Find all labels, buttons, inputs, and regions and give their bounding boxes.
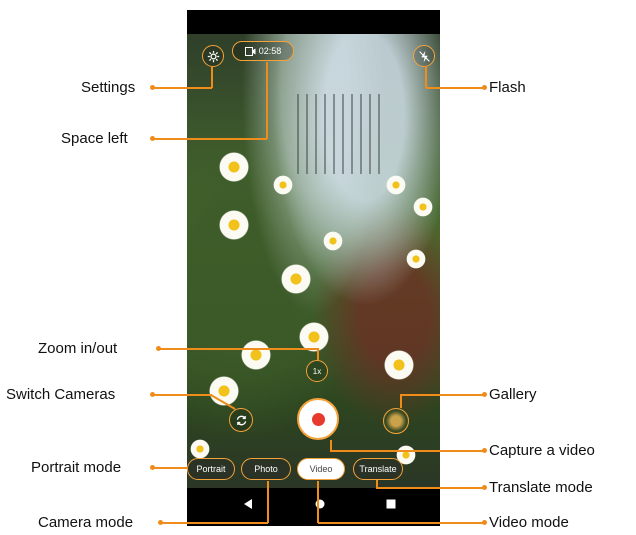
phone-screen: 02:58 1x Portrait Photo Video Translate bbox=[187, 10, 440, 526]
video-storage-icon bbox=[244, 46, 256, 56]
gallery-thumbnail[interactable] bbox=[383, 408, 409, 434]
daisy-flower bbox=[412, 196, 434, 218]
callout-line bbox=[400, 394, 484, 396]
label-gallery: Gallery bbox=[489, 386, 537, 403]
callout-line bbox=[266, 62, 268, 139]
callout-dot bbox=[482, 392, 487, 397]
label-capture-video: Capture a video bbox=[489, 442, 595, 459]
zoom-button[interactable]: 1x bbox=[306, 360, 328, 382]
callout-line bbox=[400, 394, 402, 408]
callout-line bbox=[425, 66, 427, 88]
zoom-level: 1x bbox=[312, 366, 322, 376]
recents-icon[interactable] bbox=[385, 498, 397, 510]
mode-photo-label: Photo bbox=[254, 464, 278, 474]
callout-dot bbox=[482, 485, 487, 490]
daisy-flower bbox=[385, 174, 407, 196]
label-space-left: Space left bbox=[61, 130, 128, 147]
label-camera-mode: Camera mode bbox=[38, 514, 134, 531]
callout-line bbox=[317, 481, 319, 523]
daisy-flower bbox=[322, 230, 344, 252]
flash-button[interactable] bbox=[413, 45, 435, 67]
mode-video[interactable]: Video bbox=[297, 458, 345, 480]
callout-dot bbox=[482, 85, 487, 90]
callout-dot bbox=[150, 392, 155, 397]
callout-line bbox=[152, 87, 212, 89]
mode-portrait-label: Portrait bbox=[196, 464, 226, 474]
callout-line bbox=[330, 450, 484, 452]
callout-line bbox=[152, 138, 267, 140]
switch-camera-icon bbox=[236, 415, 246, 425]
daisy-flower bbox=[272, 174, 294, 196]
callout-dot bbox=[150, 85, 155, 90]
callout-line bbox=[152, 467, 188, 469]
callout-dot bbox=[150, 465, 155, 470]
daisy-flower bbox=[217, 150, 251, 184]
label-settings: Settings bbox=[81, 79, 136, 96]
callout-line bbox=[211, 66, 213, 88]
settings-button[interactable] bbox=[202, 45, 224, 67]
label-switch-cameras: Switch Cameras bbox=[6, 386, 116, 403]
space-left-value: 02:58 bbox=[258, 46, 282, 56]
daisy-flower bbox=[279, 262, 313, 296]
android-nav-bar bbox=[187, 488, 440, 526]
daisy-flower bbox=[189, 438, 211, 460]
record-dot bbox=[311, 412, 325, 426]
callout-line bbox=[317, 348, 319, 360]
callout-line bbox=[160, 522, 268, 524]
callout-line bbox=[426, 87, 484, 89]
back-icon[interactable] bbox=[242, 498, 254, 510]
label-translate-mode: Translate mode bbox=[489, 479, 593, 496]
label-flash: Flash bbox=[489, 79, 526, 96]
daisy-flower bbox=[239, 338, 273, 372]
flash-off-icon bbox=[418, 50, 430, 62]
mode-video-label: Video bbox=[309, 464, 333, 474]
callout-dot bbox=[482, 520, 487, 525]
callout-line bbox=[318, 522, 484, 524]
callout-line bbox=[158, 348, 318, 350]
callout-line bbox=[267, 481, 269, 523]
daisy-flower bbox=[382, 348, 416, 382]
callout-line bbox=[376, 480, 378, 488]
callout-dot bbox=[158, 520, 163, 525]
callout-dot bbox=[482, 448, 487, 453]
gear-icon bbox=[207, 50, 219, 62]
switch-camera-button[interactable] bbox=[229, 408, 253, 432]
label-video-mode: Video mode bbox=[489, 514, 569, 531]
label-portrait-mode: Portrait mode bbox=[31, 459, 122, 476]
home-icon[interactable] bbox=[314, 498, 326, 510]
daisy-flower bbox=[405, 248, 427, 270]
mode-photo[interactable]: Photo bbox=[241, 458, 291, 480]
space-left-indicator: 02:58 bbox=[232, 41, 294, 61]
callout-dot bbox=[156, 346, 161, 351]
daisy-flower bbox=[217, 208, 251, 242]
mode-translate[interactable]: Translate bbox=[353, 458, 403, 480]
fence-scenery bbox=[297, 94, 387, 174]
callout-line bbox=[152, 394, 212, 396]
callout-line bbox=[376, 487, 484, 489]
callout-dot bbox=[150, 136, 155, 141]
record-button[interactable] bbox=[297, 398, 339, 440]
callout-line bbox=[330, 440, 332, 451]
mode-translate-label: Translate bbox=[359, 464, 397, 474]
mode-portrait[interactable]: Portrait bbox=[187, 458, 235, 480]
label-zoom: Zoom in/out bbox=[38, 340, 118, 357]
